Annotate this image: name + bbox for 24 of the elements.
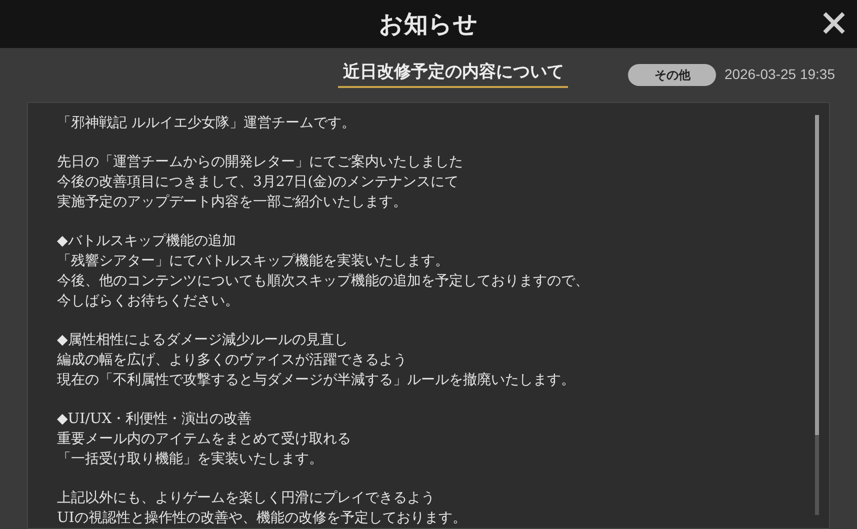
text-line: 現在の「不利属性で攻撃すると与ダメージが半減する」ルールを撤廃いたします。 <box>57 371 575 390</box>
text-line: 今しばらくお待ちください。 <box>57 292 239 311</box>
text-line: ◆UI/UX・利便性・演出の改善 <box>57 410 252 429</box>
text-line: UIの視認性と操作性の改善や、機能の改修を予定しております。 <box>57 509 466 528</box>
text-line: ◆属性相性によるダメージ減少ルールの見直し <box>57 331 348 350</box>
text-line: 「邪神戦記 ルルイエ少女隊」運営チームです。 <box>57 114 356 133</box>
category-tag: その他 <box>628 64 716 86</box>
text-line: 「一括受け取り機能」を実装いたします。 <box>57 450 323 469</box>
text-line: 先日の「運営チームからの開発レター」にてご案内いたしました <box>57 153 463 172</box>
close-button[interactable] <box>821 10 847 36</box>
scrollbar-thumb[interactable] <box>815 115 819 435</box>
text-line: ◆バトルスキップ機能の追加 <box>57 232 236 251</box>
text-line: 上記以外にも、よりゲームを楽しく円滑にプレイできるよう <box>57 489 435 508</box>
scrollbar-track[interactable] <box>815 115 819 515</box>
post-date: 2026-03-25 19:35 <box>724 65 835 84</box>
text-line: 編成の幅を広げ、より多くのヴァイスが活躍できるよう <box>57 351 407 370</box>
text-line: 今後の改善項目につきまして、3月27日(金)のメンテナンスにて <box>57 173 459 192</box>
text-line: 「残響シアター」にてバトルスキップ機能を実装いたします。 <box>57 252 449 271</box>
article-title: 近日改修予定の内容について <box>342 61 564 84</box>
window-title: お知らせ <box>379 8 478 40</box>
text-line: 実施予定のアップデート内容を一部ご紹介いたします。 <box>57 193 407 212</box>
text-line: 今後、他のコンテンツについても順次スキップ機能の追加を予定しておりますので、 <box>57 272 589 291</box>
close-icon <box>823 12 845 34</box>
text-line: 重要メール内のアイテムをまとめて受け取れる <box>57 430 351 449</box>
